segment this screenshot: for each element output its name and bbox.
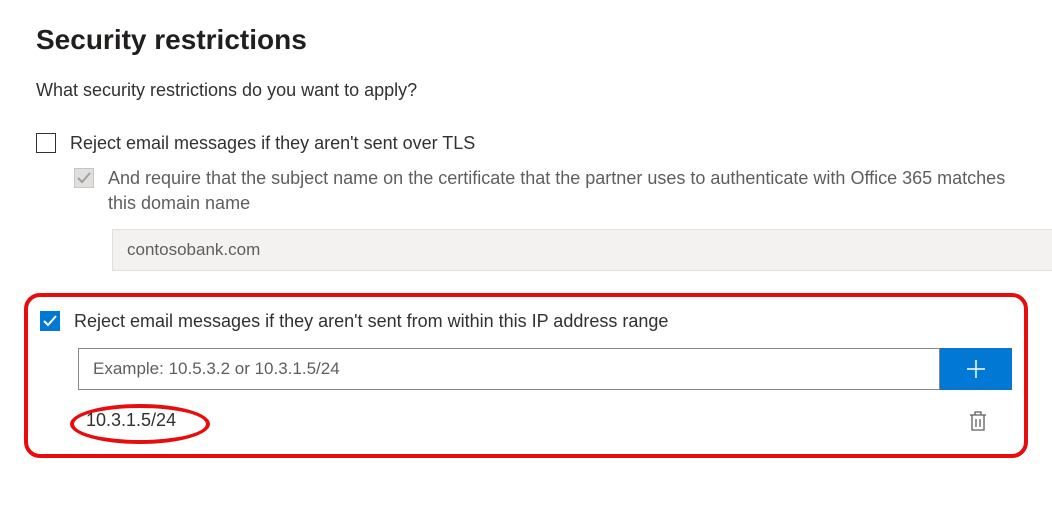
plus-icon — [965, 358, 987, 380]
checkmark-icon — [77, 171, 91, 185]
ip-section-highlight: Reject email messages if they aren't sen… — [24, 293, 1028, 458]
ip-label: Reject email messages if they aren't sen… — [74, 309, 668, 334]
cert-domain-input: contosobank.com — [112, 229, 1052, 271]
checkmark-icon — [43, 314, 57, 328]
page-title: Security restrictions — [36, 24, 1016, 56]
ip-entry-row: 10.3.1.5/24 — [78, 406, 1012, 436]
add-ip-button[interactable] — [940, 348, 1012, 390]
ip-input-row — [78, 348, 1012, 390]
ip-entry-value: 10.3.1.5/24 — [78, 408, 184, 432]
trash-icon — [968, 410, 988, 432]
option-tls: Reject email messages if they aren't sen… — [36, 131, 1016, 156]
tls-checkbox[interactable] — [36, 133, 56, 153]
cert-label: And require that the subject name on the… — [108, 166, 1016, 216]
cert-checkbox — [74, 168, 94, 188]
delete-ip-button[interactable] — [964, 406, 992, 436]
ip-checkbox[interactable] — [40, 311, 60, 331]
tls-label: Reject email messages if they aren't sen… — [70, 131, 475, 156]
ip-input[interactable] — [78, 348, 940, 390]
option-ip: Reject email messages if they aren't sen… — [40, 309, 1012, 334]
option-cert: And require that the subject name on the… — [74, 166, 1016, 270]
intro-text: What security restrictions do you want t… — [36, 80, 1016, 101]
